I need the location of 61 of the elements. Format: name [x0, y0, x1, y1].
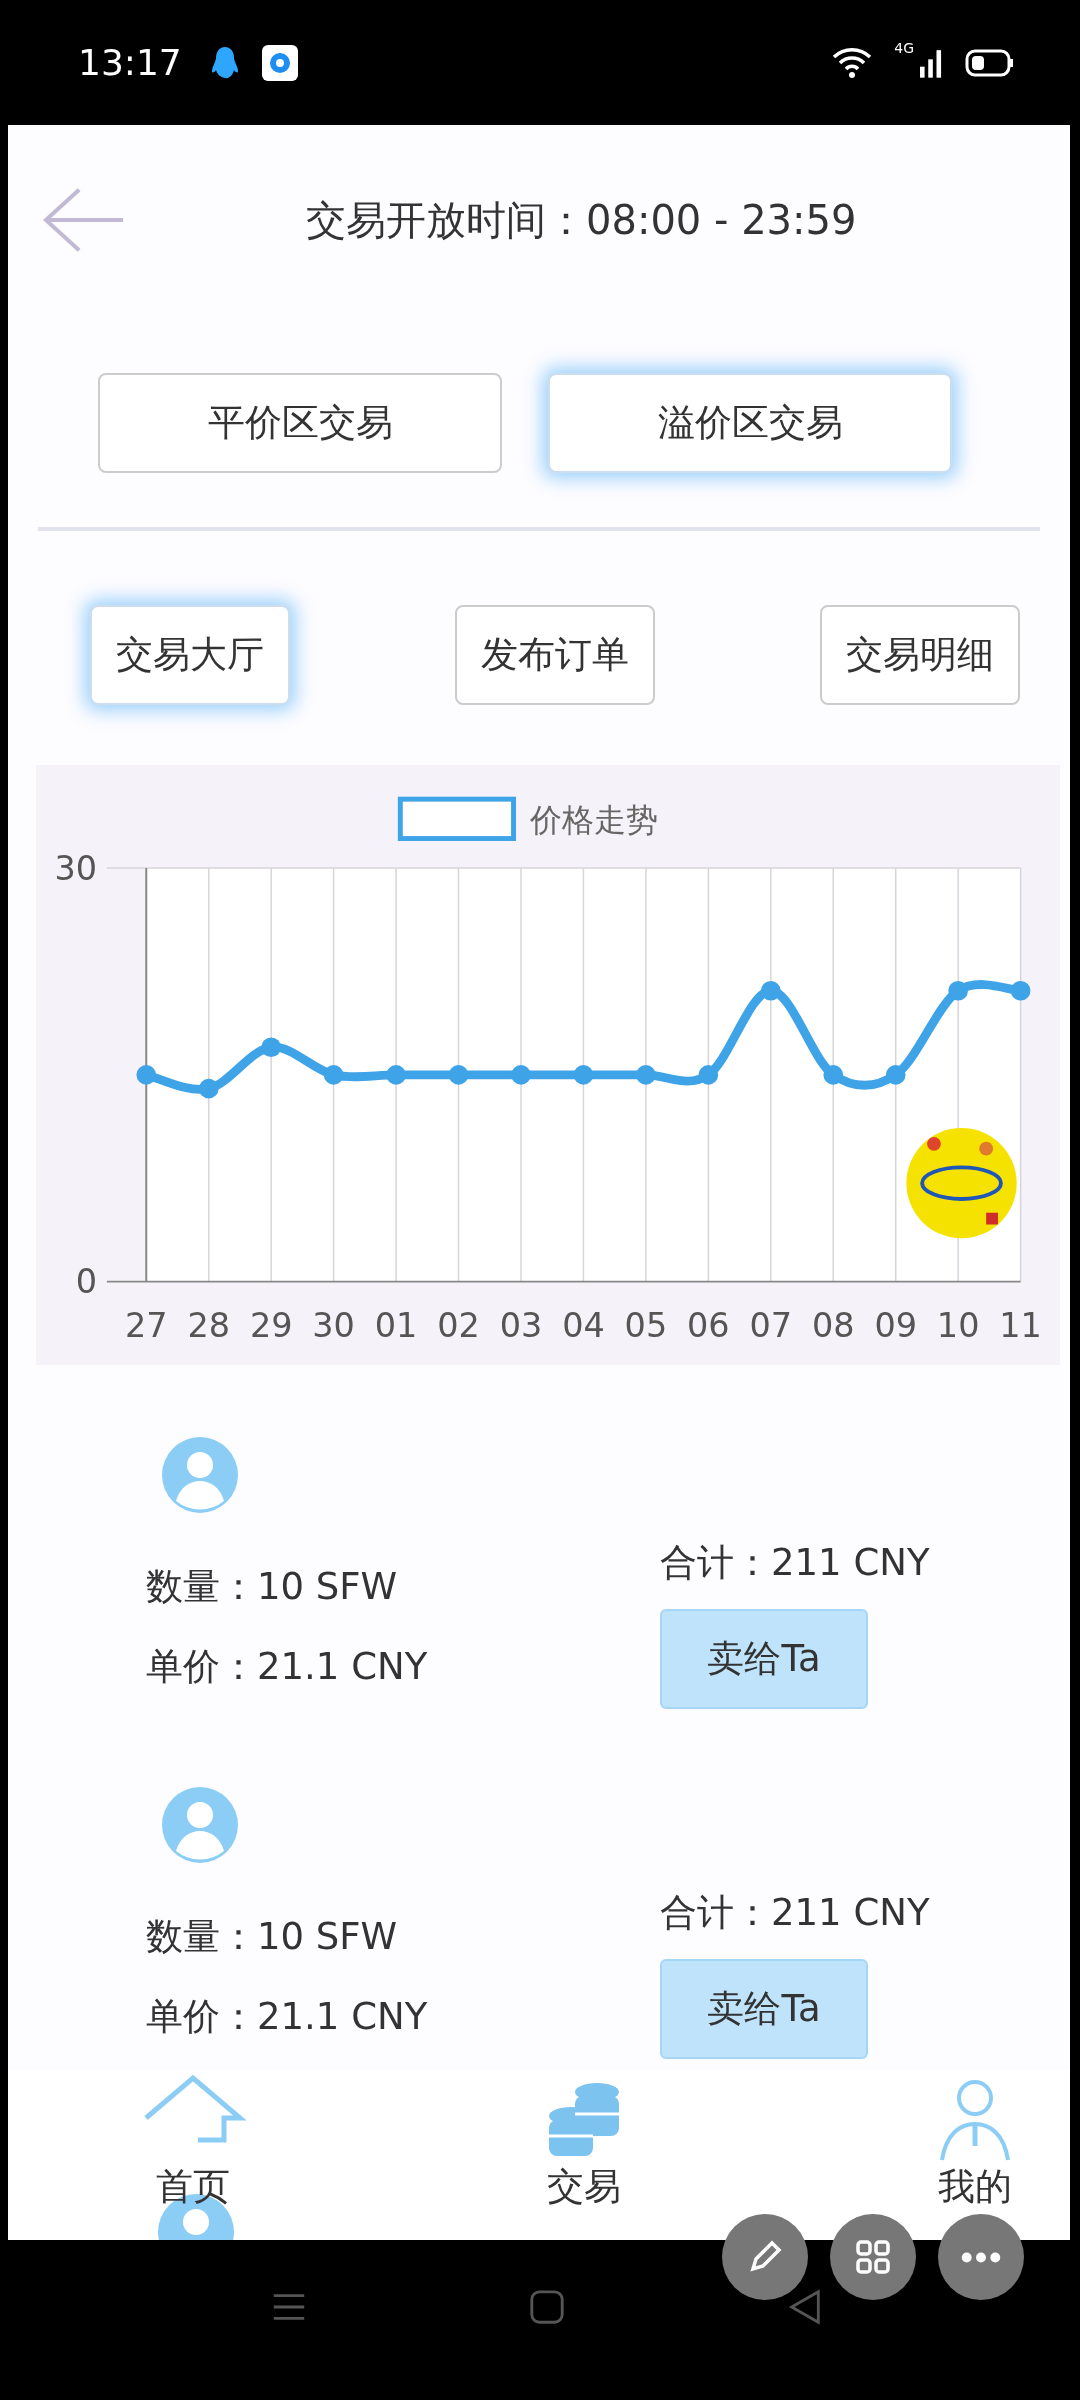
x-tick-label: 30 [312, 1305, 355, 1345]
avatar-icon [160, 1785, 240, 1865]
wifi-icon [832, 46, 873, 79]
x-tick-label: 10 [936, 1305, 980, 1345]
x-tick-label: 27 [125, 1305, 168, 1345]
sell-button[interactable]: 卖给Ta [660, 1609, 868, 1709]
data-point [386, 1065, 406, 1085]
sub-tab[interactable]: 发布订单 [455, 605, 655, 705]
x-tick-label: 28 [187, 1305, 231, 1345]
x-tick-label: 09 [874, 1305, 917, 1345]
sub-tab[interactable]: 交易明细 [820, 605, 1020, 705]
unit-price-text: 单价：21.1 CNY [146, 1644, 429, 1690]
sub-tab[interactable]: 交易大厅 [90, 605, 290, 705]
quantity-text: 数量：10 SFW [146, 1564, 399, 1610]
home-square-icon[interactable] [528, 2288, 566, 2326]
data-point [760, 980, 781, 1001]
y-tick-label: 0 [75, 1262, 98, 1302]
total-text: 合计：211 CNY [660, 1890, 930, 1936]
data-point [323, 1065, 344, 1085]
legend-label: 价格走势 [530, 800, 659, 839]
x-tick-label: 01 [374, 1305, 418, 1345]
data-point [511, 1065, 531, 1085]
x-tick-label: 05 [624, 1305, 668, 1345]
nav-tab[interactable]: 首页 [128, 2070, 258, 2212]
x-tick-label: 04 [562, 1305, 605, 1345]
data-point [823, 1065, 844, 1085]
grid-icon [853, 2237, 893, 2277]
data-point [136, 1065, 157, 1085]
data-point [573, 1065, 594, 1085]
total-text: 合计：211 CNY [660, 1540, 930, 1586]
x-tick-label: 07 [749, 1305, 793, 1345]
page-title: 交易开放时间：08:00 - 23:59 [306, 195, 857, 245]
unit-price-text: 单价：21.1 CNY [146, 1994, 429, 2040]
data-point [698, 1065, 719, 1085]
quantity-text: 数量：10 SFW [146, 1914, 399, 1960]
data-point [948, 980, 968, 1001]
data-point [636, 1065, 656, 1085]
network-type: 4G [894, 40, 914, 56]
x-tick-label: 02 [437, 1305, 480, 1345]
x-tick-label: 06 [687, 1305, 730, 1345]
more-icon [961, 2251, 1001, 2263]
data-point [198, 1078, 219, 1099]
nav-tab[interactable]: 交易 [519, 2070, 649, 2212]
x-tick-label: 08 [811, 1305, 855, 1345]
app-icon [261, 44, 298, 81]
data-point [261, 1037, 282, 1058]
x-tick-label: 11 [999, 1305, 1042, 1345]
battery-icon [964, 47, 1016, 78]
zone-tab[interactable]: 溢价区交易 [548, 373, 952, 473]
data-point [885, 1065, 906, 1085]
y-tick-label: 30 [54, 848, 98, 888]
x-tick-label: 29 [249, 1305, 293, 1345]
data-point [1010, 980, 1031, 1001]
x-tick-label: 03 [499, 1305, 543, 1345]
nav-tab[interactable]: 我的 [910, 2070, 1040, 2212]
sell-button[interactable]: 卖给Ta [660, 1959, 868, 2059]
avatar-icon [160, 1435, 240, 1515]
status-time: 13:17 [78, 42, 182, 83]
zone-tab[interactable]: 平价区交易 [98, 373, 502, 473]
data-point [448, 1065, 469, 1085]
signal-icon [920, 47, 942, 78]
